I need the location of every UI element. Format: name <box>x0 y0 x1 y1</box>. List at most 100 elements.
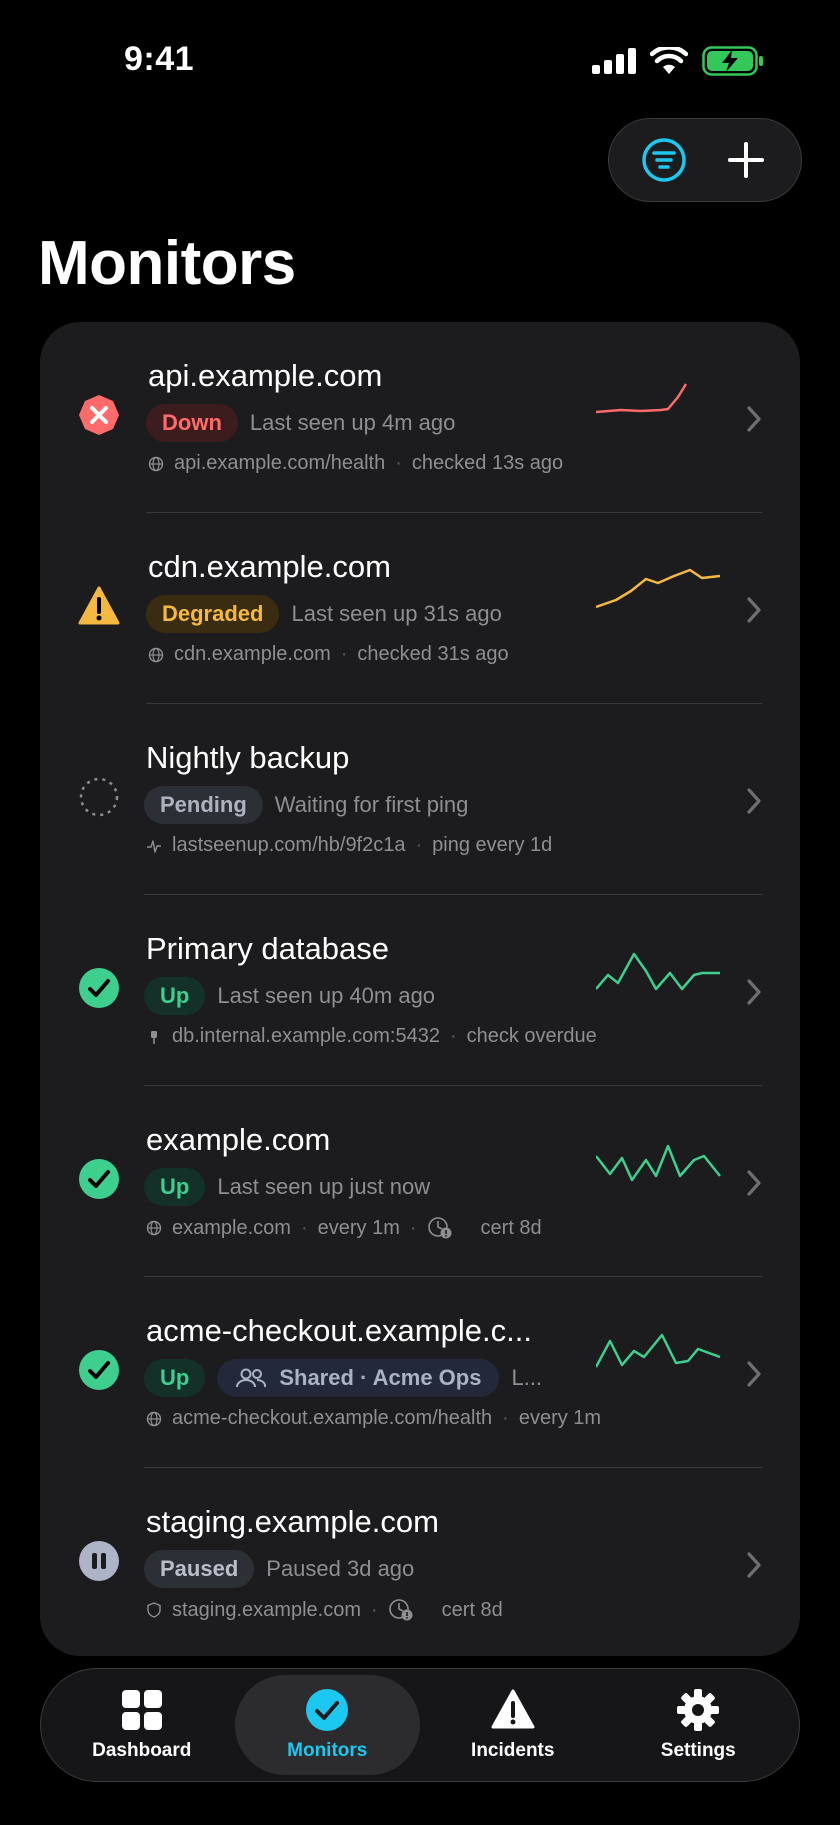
response-sparkline <box>596 952 720 991</box>
status-badge: Paused <box>144 1550 255 1588</box>
tab-dashboard[interactable]: Dashboard <box>49 1675 235 1775</box>
last-seen-text: Paused 3d ago <box>266 1556 415 1581</box>
monitor-name: cdn.example.com <box>148 549 391 584</box>
tab-settings[interactable]: Settings <box>606 1675 792 1775</box>
monitor-name: acme-checkout.example.c... <box>146 1313 532 1348</box>
monitor-name: Primary database <box>146 931 389 966</box>
last-seen-text: Last seen up 40m ago <box>217 983 436 1008</box>
globe-icon <box>148 647 164 662</box>
tab-label: Dashboard <box>92 1740 192 1761</box>
check-info: check overdue <box>466 1025 597 1047</box>
check-circle-icon <box>79 968 119 1008</box>
status-badge: Pending <box>144 786 263 824</box>
heartbeat-icon <box>147 839 161 853</box>
cert-clock-icon <box>427 1217 452 1239</box>
cellular-signal-icon <box>592 48 636 74</box>
pause-circle-icon <box>79 1541 119 1581</box>
check-info: checked 13s ago <box>411 452 564 474</box>
monitor-row-example-com[interactable]: example.com Up Last seen up just now exa… <box>40 1086 800 1277</box>
toolbar-actions <box>608 118 802 202</box>
check-info: every 1m <box>518 1407 602 1429</box>
monitor-name: example.com <box>146 1122 331 1157</box>
status-badge: Degraded <box>146 595 280 633</box>
add-monitor-button[interactable] <box>714 128 778 192</box>
tab-label: Incidents <box>471 1740 555 1761</box>
check-info: ping every 1d <box>432 834 553 856</box>
monitor-list: api.example.com Down Last seen up 4m ago… <box>40 322 800 1656</box>
monitor-target: cdn.example.com <box>174 643 331 665</box>
monitor-target: staging.example.com <box>172 1598 361 1621</box>
plug-icon <box>151 1030 157 1044</box>
cert-expiry: cert 8d <box>480 1216 542 1239</box>
status-badge: Down <box>146 404 238 442</box>
response-sparkline <box>596 383 688 414</box>
monitor-row-api[interactable]: api.example.com Down Last seen up 4m ago… <box>40 322 800 513</box>
chevron-right-icon <box>747 1361 761 1387</box>
tab-label: Monitors <box>287 1740 368 1761</box>
status-badge: Up <box>144 1168 206 1206</box>
plus-icon <box>728 142 764 178</box>
last-seen-text: Waiting for first ping <box>274 792 469 817</box>
gear-icon <box>677 1689 720 1731</box>
warning-triangle-icon <box>78 586 120 625</box>
response-sparkline <box>596 568 721 609</box>
check-info: every 1m <box>317 1216 400 1239</box>
check-circle-icon <box>79 1350 119 1390</box>
dashboard-grid-icon <box>121 1690 162 1730</box>
monitor-row-primary-database[interactable]: Primary database Up Last seen up 40m ago… <box>40 895 800 1086</box>
globe-icon <box>146 1411 162 1426</box>
check-circle-icon <box>306 1689 349 1731</box>
chevron-right-icon <box>747 788 761 814</box>
people-icon <box>236 1368 267 1388</box>
tab-incidents[interactable]: Incidents <box>420 1675 606 1775</box>
status-badge: Up <box>144 977 206 1015</box>
monitor-row-nightly-backup[interactable]: Nightly backup Pending Waiting for first… <box>40 704 800 895</box>
check-circle-icon <box>79 1159 119 1199</box>
monitor-name: staging.example.com <box>146 1504 439 1539</box>
status-badge: Up <box>144 1359 206 1397</box>
tab-label: Settings <box>660 1740 736 1761</box>
last-seen-text: L... <box>511 1365 543 1390</box>
monitor-row-staging[interactable]: staging.example.com Paused Paused 3d ago… <box>40 1468 800 1656</box>
warning-triangle-icon <box>491 1689 535 1729</box>
error-x-icon <box>79 395 119 435</box>
filter-icon <box>642 138 686 182</box>
cert-clock-icon <box>388 1599 413 1621</box>
status-icons <box>592 46 764 76</box>
wifi-icon <box>650 47 688 74</box>
response-sparkline <box>596 1333 721 1368</box>
chevron-right-icon <box>747 1170 761 1196</box>
last-seen-text: Last seen up 4m ago <box>249 410 456 435</box>
status-time: 9:41 <box>124 40 195 78</box>
chevron-right-icon <box>747 979 761 1005</box>
last-seen-text: Last seen up just now <box>217 1174 431 1199</box>
chevron-right-icon <box>747 406 761 432</box>
shared-team-badge: Shared · Acme Ops <box>217 1359 500 1397</box>
monitor-name: api.example.com <box>148 358 383 393</box>
shield-icon <box>147 1602 161 1618</box>
globe-icon <box>148 456 164 471</box>
filter-button[interactable] <box>632 128 696 192</box>
tab-bar: Dashboard Monitors Incidents Settings <box>40 1668 800 1782</box>
chevron-right-icon <box>747 597 761 623</box>
page-title: Monitors <box>38 229 296 298</box>
tab-monitors[interactable]: Monitors <box>234 1675 420 1775</box>
status-bar: 9:41 <box>0 0 840 110</box>
monitor-target: example.com <box>172 1216 291 1239</box>
cert-expiry: cert 8d <box>441 1598 503 1621</box>
shared-team-label: Shared · Acme Ops <box>279 1365 482 1390</box>
monitor-target: lastseenup.com/hb/9f2c1a <box>172 834 406 856</box>
monitor-row-cdn[interactable]: cdn.example.com Degraded Last seen up 31… <box>40 513 800 704</box>
response-sparkline <box>596 1144 721 1182</box>
monitor-target: acme-checkout.example.com/health <box>172 1407 493 1429</box>
last-seen-text: Last seen up 31s ago <box>291 601 502 626</box>
globe-icon <box>146 1220 162 1236</box>
monitor-target: db.internal.example.com:5432 <box>172 1025 440 1047</box>
pending-circle-icon <box>79 777 119 817</box>
monitor-row-acme-checkout[interactable]: acme-checkout.example.c... Up Shared · A… <box>40 1277 800 1468</box>
chevron-right-icon <box>747 1552 761 1578</box>
monitor-target: api.example.com/health <box>174 452 386 474</box>
battery-charging-icon <box>702 46 763 76</box>
monitor-name: Nightly backup <box>146 740 350 775</box>
check-info: checked 31s ago <box>357 643 509 665</box>
